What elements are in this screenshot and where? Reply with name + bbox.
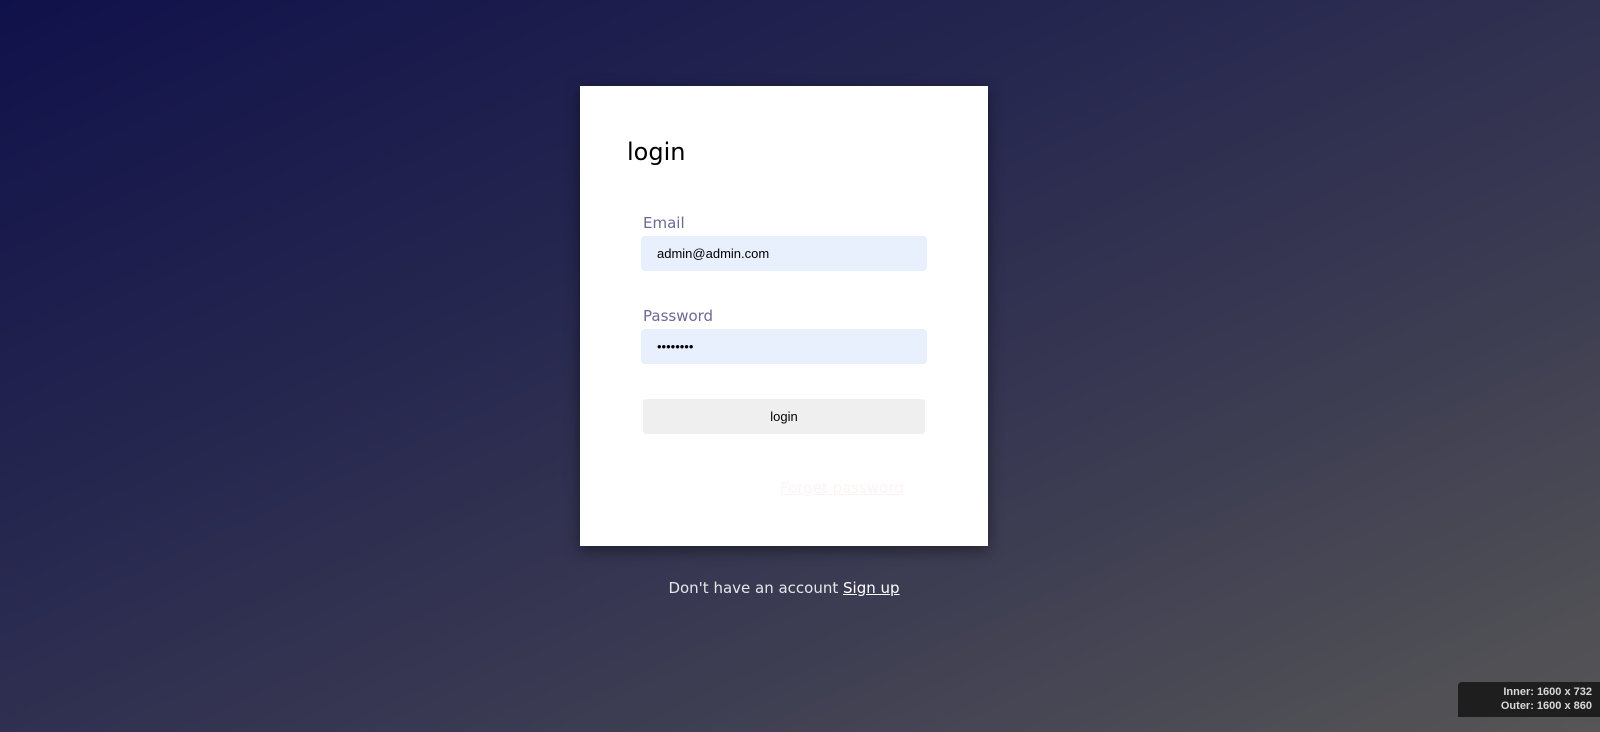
forgot-password-link[interactable]: Forget password bbox=[780, 479, 904, 497]
signup-prompt-text: Don't have an account bbox=[668, 579, 839, 597]
page-title: login bbox=[627, 138, 686, 166]
email-label: Email bbox=[643, 214, 685, 232]
login-card: login Email Password login Forget passwo… bbox=[580, 86, 988, 546]
password-field[interactable] bbox=[641, 329, 927, 364]
signup-link[interactable]: Sign up bbox=[843, 579, 900, 597]
password-label: Password bbox=[643, 307, 714, 325]
email-field[interactable] bbox=[641, 236, 927, 271]
outer-size: Outer: 1600 x 860 bbox=[1500, 700, 1592, 712]
inner-size: Inner: 1600 x 732 bbox=[1503, 686, 1592, 698]
viewport-size-overlay: Inner: 1600 x 732 Outer: 1600 x 860 bbox=[1458, 682, 1600, 717]
signup-prompt: Don't have an account Sign up bbox=[0, 579, 1568, 597]
login-button[interactable]: login bbox=[643, 399, 925, 434]
